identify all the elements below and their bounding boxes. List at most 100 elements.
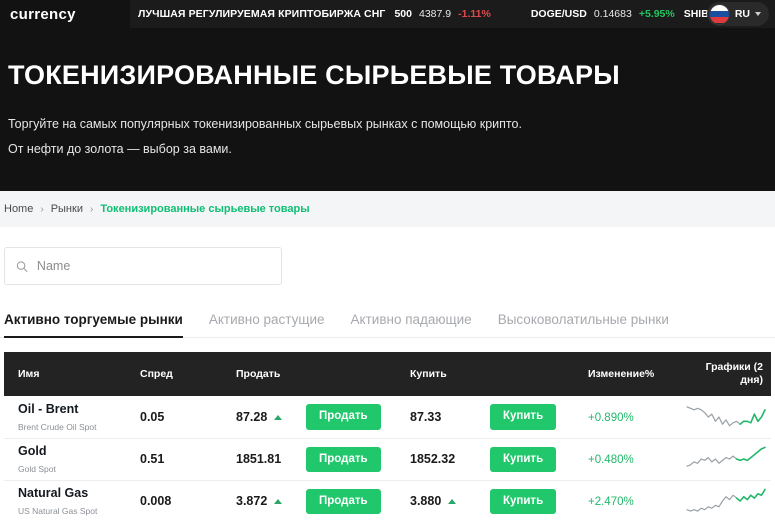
hero-subtitle-line1: Торгуйте на самых популярных токенизиров…: [8, 116, 522, 131]
buy-price-cell: 87.33: [410, 396, 490, 438]
instrument-name: Gold: [18, 444, 47, 459]
search-box[interactable]: [4, 247, 282, 285]
buy-price: 87.33: [410, 410, 442, 424]
sell-button[interactable]: Продать: [306, 488, 381, 514]
buy-button[interactable]: Купить: [490, 446, 557, 472]
table-row[interactable]: Oil - Brent Brent Crude Oil Spot 0.05 87…: [4, 396, 771, 439]
column-header-sell-action: [306, 352, 410, 396]
breadcrumb-item-current: Токенизированные сырьевые товары: [100, 203, 310, 215]
spread-value: 0.51: [140, 452, 165, 467]
tab-actively-rising[interactable]: Активно растущие: [209, 312, 325, 338]
hero-subtitle-line2: От нефти до золота — выбор за вами.: [8, 142, 232, 157]
table-row[interactable]: Natural Gas US Natural Gas Spot 0.008 3.…: [4, 480, 771, 522]
instrument-cell: Gold Gold Spot: [4, 438, 140, 480]
hero-section: ТОКЕНИЗИРОВАННЫЕ СЫРЬЕВЫЕ ТОВАРЫ Торгуйт…: [0, 28, 775, 191]
sell-price: 3.872: [236, 494, 268, 509]
change-percent-cell: +0.480%: [588, 438, 684, 480]
buy-price-cell: 1852.32: [410, 438, 490, 480]
sell-price-cell: 3.872: [236, 480, 306, 522]
instrument-subtitle: Brent Crude Oil Spot: [18, 422, 97, 432]
column-header-sell[interactable]: Продать: [236, 352, 306, 396]
sparkline-cell: [684, 396, 771, 438]
markets-table-wrapper: Имя Спред Продать Купить Изменение% Граф…: [0, 338, 775, 522]
sell-action-cell: Продать: [306, 396, 410, 438]
change-percent: +0.890%: [588, 412, 634, 424]
table-row[interactable]: Gold Gold Spot 0.51 1851.81 Продать 1852…: [4, 438, 771, 481]
sell-price: 87.28: [236, 410, 268, 424]
column-header-spread[interactable]: Спред: [140, 352, 236, 396]
buy-action-cell: Купить: [490, 480, 588, 522]
instrument-name: Oil - Brent: [18, 402, 79, 416]
sell-price: 1851.81: [236, 452, 282, 467]
breadcrumb-separator: ›: [40, 203, 44, 215]
market-filter-tabs: Активно торгуемые рынки Активно растущие…: [0, 285, 775, 338]
trend-up-icon: [274, 498, 283, 504]
trend-up-icon: [274, 414, 283, 420]
ticker-change: -1.11%: [458, 8, 491, 20]
buy-action-cell: Купить: [490, 438, 588, 480]
top-ticker-bar: currency ЛУЧШАЯ РЕГУЛИРУЕМАЯ КРИПТОБИРЖА…: [0, 0, 775, 28]
spread-value: 0.008: [140, 494, 172, 509]
trend-up-icon: [448, 498, 457, 504]
column-header-buy[interactable]: Купить: [410, 352, 490, 396]
promo-text: ЛУЧШАЯ РЕГУЛИРУЕМАЯ КРИПТОБИРЖА СНГ: [138, 8, 386, 20]
buy-button[interactable]: Купить: [490, 488, 557, 514]
ticker-symbol: DOGE/USD: [530, 8, 587, 20]
tab-actively-traded[interactable]: Активно торгуемые рынки: [4, 312, 183, 338]
change-percent-cell: +0.890%: [588, 396, 684, 438]
change-percent-cell: +2.470%: [588, 480, 684, 522]
breadcrumb-separator: ›: [89, 203, 94, 215]
tab-actively-falling[interactable]: Активно падающие: [351, 312, 472, 338]
table-body: Oil - Brent Brent Crude Oil Spot 0.05 87…: [4, 396, 771, 522]
language-code: RU: [734, 8, 750, 20]
ru-flag-icon: [708, 3, 730, 25]
instrument-cell: Natural Gas US Natural Gas Spot: [4, 480, 140, 522]
search-input[interactable]: [36, 259, 270, 273]
column-header-name[interactable]: Имя: [4, 352, 140, 396]
buy-price: 3.880: [410, 494, 442, 509]
instrument-name: Natural Gas: [18, 486, 89, 501]
page-title: ТОКЕНИЗИРОВАННЫЕ СЫРЬЕВЫЕ ТОВАРЫ: [8, 60, 620, 90]
breadcrumb: Home › Рынки › Токенизированные сырьевые…: [0, 191, 775, 227]
table-head: Имя Спред Продать Купить Изменение% Граф…: [4, 352, 771, 397]
change-percent: +0.480%: [588, 454, 634, 467]
buy-price-cell: 3.880: [410, 480, 490, 522]
column-header-charts: Графики (2 дня): [705, 361, 763, 387]
sparkline-cell: [684, 480, 771, 522]
ticker-symbol: 500: [394, 8, 412, 20]
search-section: [0, 227, 775, 285]
sell-action-cell: Продать: [306, 438, 410, 480]
ticker-change: +5.95%: [638, 8, 675, 20]
sell-button[interactable]: Продать: [306, 404, 381, 430]
sell-price-cell: 87.28: [236, 396, 306, 438]
instrument-subtitle: US Natural Gas Spot: [18, 506, 98, 517]
sparkline-chart-1: [686, 446, 766, 468]
sparkline-cell: [684, 438, 771, 480]
change-percent: +2.470%: [588, 496, 634, 509]
instrument-cell: Oil - Brent Brent Crude Oil Spot: [4, 396, 140, 438]
market-ticker-strip: ЛУЧШАЯ РЕГУЛИРУЕМАЯ КРИПТОБИРЖА СНГ 500 …: [130, 0, 775, 28]
sell-price-cell: 1851.81: [236, 438, 306, 480]
brand-logo[interactable]: currency: [0, 6, 130, 23]
sparkline-chart-0: [686, 406, 766, 427]
instrument-subtitle: Gold Spot: [18, 464, 56, 475]
chevron-down-icon: [755, 12, 761, 16]
buy-action-cell: Купить: [490, 396, 588, 438]
column-header-change[interactable]: Изменение%: [588, 352, 684, 396]
ticker-item-0[interactable]: 500 4387.9 -1.11%: [394, 8, 490, 20]
breadcrumb-item-markets[interactable]: Рынки: [51, 203, 83, 215]
column-header-buy-action: [490, 352, 588, 396]
language-selector[interactable]: RU: [706, 2, 769, 26]
ticker-item-1[interactable]: DOGE/USD 0.14683 +5.95%: [531, 8, 675, 20]
sparkline-chart-2: [686, 488, 766, 512]
ticker-value: 4387.9: [419, 8, 452, 20]
tab-high-volatility[interactable]: Высоковолатильные рынки: [498, 312, 669, 338]
table-header-row: Имя Спред Продать Купить Изменение% Граф…: [4, 352, 771, 397]
sell-button[interactable]: Продать: [306, 446, 381, 472]
buy-price: 1852.32: [410, 452, 456, 467]
ticker-value: 0.14683: [593, 8, 632, 20]
buy-button[interactable]: Купить: [490, 404, 557, 430]
search-icon: [16, 260, 28, 272]
markets-table: Имя Спред Продать Купить Изменение% Граф…: [4, 352, 771, 522]
breadcrumb-item-home[interactable]: Home: [4, 203, 33, 215]
